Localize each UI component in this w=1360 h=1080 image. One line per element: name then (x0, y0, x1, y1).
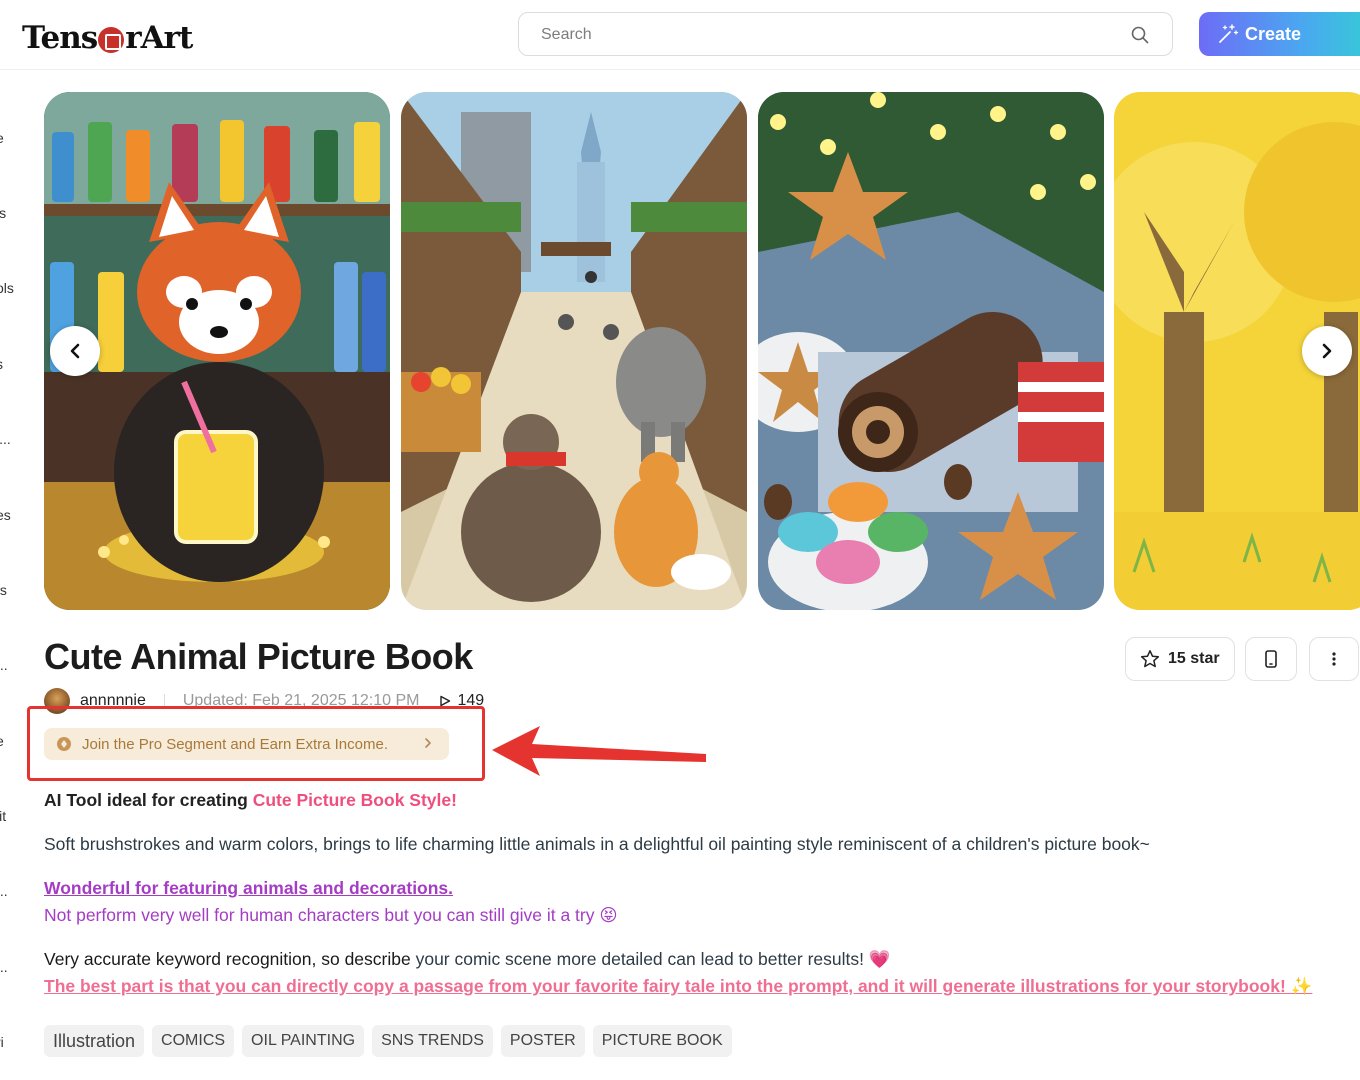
top-header: Tens r Art Create (0, 0, 1360, 70)
chevron-left-icon (70, 343, 80, 359)
storybook-tip-link[interactable]: The best part is that you can directly c… (44, 976, 1312, 996)
description-line-4: Not perform very well for human characte… (44, 905, 618, 925)
tag-chip[interactable]: PICTURE BOOK (592, 1025, 732, 1057)
tag-chip[interactable]: POSTER (500, 1025, 585, 1057)
annotation-arrow-icon (492, 726, 706, 776)
search-bar[interactable] (518, 12, 1173, 56)
description-text: your comic scene more detailed can lead … (415, 949, 891, 969)
carousel-prev-button[interactable] (50, 326, 100, 376)
star-button[interactable]: 15 star (1125, 637, 1235, 681)
sidebar-item[interactable]: s (0, 356, 3, 372)
sidebar-item[interactable]: ls (0, 205, 6, 221)
tag-list: Illustration COMICS OIL PAINTING SNS TRE… (44, 1025, 732, 1057)
sidebar-item[interactable]: l... (0, 431, 11, 447)
tensorart-logo[interactable]: Tens r Art (22, 18, 194, 58)
create-button-label: Create (1245, 23, 1302, 44)
sidebar-item[interactable]: ts (0, 582, 7, 598)
sidebar-item[interactable]: e (0, 733, 4, 749)
description-text: Very (44, 949, 84, 969)
description-line-5: Very accurate keyword recognition, so de… (44, 949, 891, 970)
more-vertical-icon (1332, 652, 1336, 666)
annotation-highlight-box (27, 706, 485, 781)
sidebar-item[interactable]: iit (0, 808, 6, 824)
features-link[interactable]: Wonderful for featuring animals and deco… (44, 878, 453, 898)
description-line-1: AI Tool ideal for creating Cute Picture … (44, 790, 457, 811)
tag-chip[interactable]: SNS TRENDS (372, 1025, 493, 1057)
logo-badge-icon (98, 27, 125, 53)
tag-chip[interactable]: COMICS (152, 1025, 235, 1057)
model-title: Cute Animal Picture Book (44, 636, 473, 677)
style-highlight: Cute Picture Book Style! (252, 790, 457, 810)
description-line-2: Soft brushstrokes and warm colors, bring… (44, 834, 1150, 854)
more-options-button[interactable] (1309, 637, 1359, 681)
sidebar-item[interactable]: e (0, 130, 4, 146)
tag-chip[interactable]: Illustration (44, 1025, 145, 1057)
left-sidebar: e ls ols s l... es ts ... e iit ... ... … (0, 70, 22, 1080)
sidebar-item[interactable]: ... (0, 959, 8, 975)
carousel-next-button[interactable] (1302, 326, 1352, 376)
description-line-3: Wonderful for featuring animals and deco… (44, 878, 453, 899)
phone-icon (1265, 650, 1277, 668)
magic-wand-icon (1219, 24, 1239, 43)
sidebar-item[interactable]: ols (0, 280, 14, 296)
chevron-right-icon (1322, 343, 1332, 359)
search-icon[interactable] (1130, 25, 1150, 45)
logo-text-start: Tens (22, 20, 98, 56)
description-intro: AI Tool ideal for creating (44, 790, 253, 810)
mobile-view-button[interactable] (1245, 637, 1297, 681)
image-carousel (44, 92, 1360, 610)
sidebar-item[interactable]: ... (0, 883, 8, 899)
create-button[interactable]: Create (1199, 12, 1360, 56)
carousel-image-holiday-treats[interactable] (758, 92, 1104, 610)
star-icon (1140, 650, 1160, 668)
sidebar-item[interactable]: ri (0, 1034, 4, 1050)
carousel-image-otter-market[interactable] (401, 92, 747, 610)
search-input[interactable] (541, 23, 1101, 47)
logo-text-end: Art (140, 20, 194, 56)
logo-text-mid: r (125, 20, 141, 56)
star-count-label: 15 star (1168, 650, 1220, 667)
sidebar-item[interactable]: ... (0, 657, 8, 673)
description-line-6: The best part is that you can directly c… (44, 976, 1312, 997)
description-text: accurate keyword recognition, so describ… (83, 949, 416, 969)
tag-chip[interactable]: OIL PAINTING (242, 1025, 365, 1057)
sidebar-item[interactable]: es (0, 507, 11, 523)
